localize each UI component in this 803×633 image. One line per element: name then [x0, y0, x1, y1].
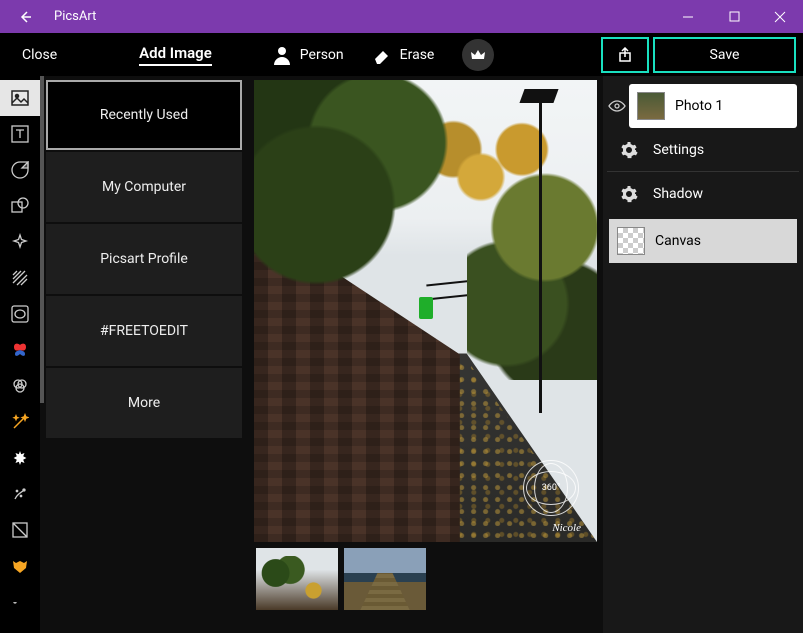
tool-color-channels[interactable] [0, 368, 40, 404]
canvas-area: 360° Nicole [248, 76, 603, 633]
tool-text[interactable] [0, 116, 40, 152]
tool-magic[interactable] [0, 404, 40, 440]
image-icon [11, 89, 29, 107]
shape-mask-icon [11, 197, 29, 215]
sticker-icon [11, 161, 29, 179]
arrow-left-icon [17, 9, 33, 25]
erase-tool-button[interactable]: Erase [372, 45, 435, 65]
magic-brush-icon [11, 485, 29, 503]
tool-fox[interactable] [0, 548, 40, 584]
layer-visibility-toggle[interactable] [607, 97, 627, 115]
frame-icon [11, 521, 29, 539]
window-titlebar: PicsArt [0, 0, 803, 33]
layer-label: Photo 1 [675, 98, 723, 114]
app-title: PicsArt [50, 9, 96, 24]
back-button[interactable] [0, 0, 50, 33]
save-label: Save [710, 47, 740, 63]
erase-label: Erase [400, 47, 435, 63]
tool-sticker[interactable] [0, 152, 40, 188]
layer-canvas[interactable]: Canvas [609, 219, 797, 263]
thumbnail-2[interactable] [344, 548, 426, 610]
gear-icon [620, 141, 638, 159]
person-icon [272, 45, 292, 65]
layer-photo-1[interactable]: Photo 1 [629, 84, 797, 128]
top-toolbar: Close Add Image Person Erase Save [0, 33, 803, 76]
vignette-icon [11, 305, 29, 323]
tool-sparkle[interactable] [0, 224, 40, 260]
canvas-label: Canvas [655, 233, 701, 249]
shadow-label: Shadow [653, 186, 703, 202]
source-picsart-profile[interactable]: Picsart Profile [46, 224, 242, 294]
magic-wand-icon [11, 413, 29, 431]
channels-icon [11, 377, 29, 395]
minimize-icon [682, 11, 694, 23]
signature-text: Nicole [552, 522, 581, 534]
source-more[interactable]: More [46, 368, 242, 438]
settings-label: Settings [653, 142, 704, 158]
window-minimize-button[interactable] [665, 0, 711, 33]
person-tool-button[interactable]: Person [272, 45, 344, 65]
layer-shadow[interactable]: Shadow [607, 172, 799, 216]
tool-more[interactable] [0, 584, 40, 620]
tool-butterfly[interactable] [0, 332, 40, 368]
layer-thumb-icon [637, 92, 665, 120]
save-button[interactable]: Save [653, 37, 796, 73]
layer-settings[interactable]: Settings [607, 128, 799, 172]
left-toolstrip [0, 76, 40, 633]
gear-icon [620, 185, 638, 203]
fox-icon [11, 557, 29, 575]
source-my-computer[interactable]: My Computer [46, 152, 242, 222]
person-label: Person [300, 47, 344, 63]
eraser-icon [372, 45, 392, 65]
text-icon [11, 125, 29, 143]
maximize-icon [729, 11, 740, 22]
recent-thumbnails [256, 548, 426, 610]
source-recently-used[interactable]: Recently Used [46, 80, 242, 150]
add-image-tab[interactable]: Add Image [139, 44, 212, 66]
tool-lines[interactable] [0, 260, 40, 296]
tool-vignette[interactable] [0, 296, 40, 332]
main-image[interactable]: 360° Nicole [254, 80, 597, 542]
tool-star[interactable] [0, 440, 40, 476]
tool-shape[interactable] [0, 188, 40, 224]
window-maximize-button[interactable] [711, 0, 757, 33]
hatching-icon [11, 269, 29, 287]
source-freetoedit[interactable]: #FREETOEDIT [46, 296, 242, 366]
close-icon [774, 11, 786, 23]
butterfly-icon [11, 341, 29, 359]
eye-icon [608, 97, 626, 115]
canvas-thumb-icon [617, 227, 645, 255]
share-button[interactable] [601, 37, 649, 73]
star-icon [12, 450, 28, 466]
premium-button[interactable] [462, 39, 494, 71]
more-icon [11, 598, 29, 606]
thumbnail-1[interactable] [256, 548, 338, 610]
image-source-panel: Recently Used My Computer Picsart Profil… [40, 76, 248, 633]
overlay-360-badge: 360° [523, 460, 579, 516]
window-close-button[interactable] [757, 0, 803, 33]
tool-magic-brush[interactable] [0, 476, 40, 512]
layers-panel: Photo 1 Settings Shadow Canvas [603, 76, 803, 633]
share-icon [617, 47, 633, 63]
tool-image[interactable] [0, 80, 40, 116]
sparkle-icon [11, 233, 29, 251]
tool-frame[interactable] [0, 512, 40, 548]
crown-icon [470, 47, 486, 63]
close-panel-button[interactable]: Close [0, 47, 79, 63]
